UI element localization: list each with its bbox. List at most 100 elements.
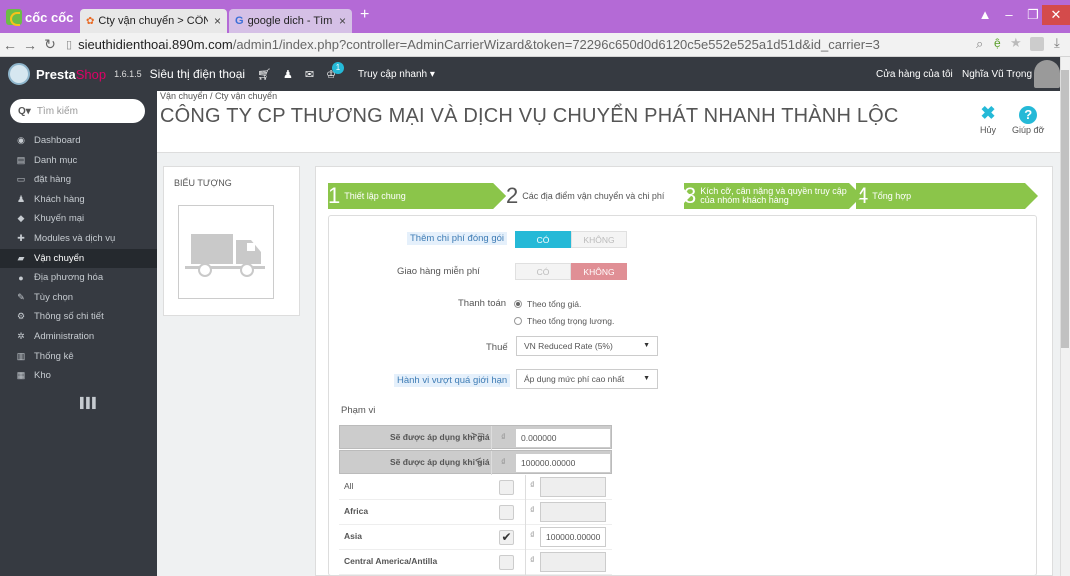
browser-tab-bar: cốc cốc ✿ Cty vận chuyển > CÔNG T × G go… xyxy=(0,0,1070,33)
shop-name-link[interactable]: Siêu thị điện thoại xyxy=(150,67,245,81)
zone-name: Central America/Antilla xyxy=(344,556,438,566)
sidebar-item-4[interactable]: ♟ Khách hàng xyxy=(0,190,157,209)
search-page-icon[interactable]: ⌕ xyxy=(976,36,983,52)
wizard-step-1[interactable]: 1 Thiết lập chung xyxy=(328,183,506,209)
truck-icon: ▰ xyxy=(17,252,25,263)
sidebar-item-9[interactable]: ✎ Tùy chọn xyxy=(0,288,157,307)
minimize-icon[interactable]: – xyxy=(996,5,1022,25)
messages-icon[interactable]: ✉ xyxy=(305,68,314,81)
quick-access-dropdown[interactable]: Truy cập nhanh ▾ xyxy=(358,69,435,80)
wizard-step-3[interactable]: 3 Kích cỡ, cân nặng và quyền truy cập củ… xyxy=(684,183,862,209)
customers-icon[interactable]: ♟ xyxy=(283,68,293,81)
zone-price-input[interactable] xyxy=(540,552,606,572)
zone-separator xyxy=(525,500,526,525)
sidebar-item-8[interactable]: ● Địa phương hóa xyxy=(0,268,157,287)
zone-checkbox[interactable] xyxy=(499,505,514,520)
avatar[interactable] xyxy=(1034,60,1060,88)
dropdown-caret-icon: ▼ xyxy=(643,342,650,349)
scrollbar-thumb[interactable] xyxy=(1061,70,1069,348)
search-input[interactable]: Q▾ Tìm kiếm xyxy=(10,99,145,123)
free-shipping-toggle[interactable]: CÓ KHÔNG xyxy=(515,263,627,280)
range-separator xyxy=(491,451,492,475)
radio-checked-icon xyxy=(514,300,522,308)
free-shipping-yes-option[interactable]: CÓ xyxy=(515,263,571,280)
sidebar-item-6[interactable]: ✚ Modules và dịch vụ xyxy=(0,229,157,248)
out-of-range-selected-value: Áp dụng mức phí cao nhất xyxy=(524,374,625,384)
trophy-icon[interactable]: ♔ 1 xyxy=(326,61,344,81)
zone-checkbox[interactable]: ✔ xyxy=(499,530,514,545)
browser-tab-active[interactable]: ✿ Cty vận chuyển > CÔNG T × xyxy=(80,9,227,33)
range-lower-input[interactable]: 0.000000 xyxy=(515,428,611,448)
wizard-step-2[interactable]: 2 Các địa điểm vận chuyển và chi phí xyxy=(506,183,691,209)
sidebar-item-3[interactable]: ▭ đặt hàng xyxy=(0,170,157,189)
profile-icon[interactable]: ▲ xyxy=(972,5,998,25)
bookmark-star-icon[interactable]: ★ xyxy=(1010,35,1022,51)
sidebar-item-label: Thông số chi tiết xyxy=(34,311,104,323)
sidebar-item-5[interactable]: ◆ Khuyến mại xyxy=(0,209,157,228)
browser-tab-inactive[interactable]: G google dich - Tìm với Goo × xyxy=(229,9,352,33)
step-label: Kích cỡ, cân nặng và quyền truy cập của … xyxy=(700,186,847,205)
range-upper-input[interactable]: 100000.00000 xyxy=(515,453,611,473)
cancel-button[interactable]: ✖ Hủy xyxy=(980,103,996,135)
browser-brand: cốc cốc xyxy=(25,9,74,25)
handling-toggle[interactable]: CÓ KHÔNG xyxy=(515,231,627,248)
url-field[interactable]: sieuthidienthoai.890m.com/admin1/index.p… xyxy=(78,37,880,52)
download-icon[interactable]: ⤓ xyxy=(1054,35,1060,51)
sidebar-item-10[interactable]: ⚙ Thông số chi tiết xyxy=(0,307,157,326)
search-icon[interactable]: Q▾ xyxy=(18,106,31,117)
cogs-icon: ⚙ xyxy=(16,311,26,322)
translate-icon[interactable]: ệ xyxy=(994,36,1001,50)
zone-checkbox[interactable] xyxy=(499,555,514,570)
zone-price-input[interactable] xyxy=(540,477,606,497)
sidebar-item-13[interactable]: ▦ Kho xyxy=(0,366,157,385)
currency-symbol: ₫ xyxy=(501,432,506,442)
sidebar-item-11[interactable]: ✲ Administration xyxy=(0,327,157,346)
sidebar-item-7[interactable]: ▰ Vận chuyển xyxy=(0,248,157,268)
zone-price-input[interactable] xyxy=(540,502,606,522)
my-shop-link[interactable]: Cửa hàng của tôi xyxy=(876,69,953,80)
close-window-icon[interactable]: ✕ xyxy=(1042,5,1070,25)
handling-label: Thêm chi phí đóng gói xyxy=(407,232,508,245)
billing-radio-weight[interactable]: Theo tổng trọng lương. xyxy=(514,316,614,326)
free-shipping-label: Giao hàng miễn phí xyxy=(397,266,480,277)
sidebar-item-12[interactable]: ▥ Thống kê xyxy=(0,347,157,366)
tab-close-icon[interactable]: × xyxy=(339,14,346,28)
back-icon[interactable]: ← xyxy=(0,37,20,53)
sidebar-item-label: Danh mục xyxy=(34,154,78,166)
forward-icon[interactable]: → xyxy=(20,37,40,53)
dashboard-icon: ◉ xyxy=(17,135,25,145)
reload-icon[interactable]: ↻ xyxy=(40,36,60,53)
ranges-heading: Phạm vi xyxy=(341,405,376,416)
logo-panel: BIỂU TƯỢNG xyxy=(163,166,300,316)
currency-symbol: ₫ xyxy=(530,530,535,540)
sidebar-collapse-icon[interactable]: ▌▌▌ xyxy=(80,398,99,409)
employee-dropdown[interactable]: Nghĩa Vũ Trọng ▾ xyxy=(962,69,1040,80)
handling-no-option[interactable]: KHÔNG xyxy=(571,231,627,248)
breadcrumb[interactable]: Vận chuyển / Cty vận chuyển xyxy=(160,91,277,101)
out-of-range-select[interactable]: Áp dụng mức phí cao nhất ▼ xyxy=(516,369,658,389)
free-shipping-no-option[interactable]: KHÔNG xyxy=(571,263,627,280)
carrier-logo-image[interactable] xyxy=(178,205,274,299)
sidebar-item-2[interactable]: ▤ Danh mục xyxy=(0,151,157,170)
new-tab-button[interactable]: + xyxy=(360,6,369,24)
orders-cart-icon[interactable]: 🛒︎ xyxy=(257,68,271,81)
step-arrow xyxy=(849,183,862,209)
version-label: 1.6.1.5 xyxy=(114,69,142,79)
coccoc-logo[interactable]: cốc cốc xyxy=(6,6,73,28)
zone-checkbox[interactable] xyxy=(499,480,514,495)
tax-select[interactable]: VN Reduced Rate (5%) ▼ xyxy=(516,336,658,356)
handling-yes-option[interactable]: CÓ xyxy=(515,231,571,248)
tab-close-icon[interactable]: × xyxy=(214,14,221,28)
close-icon: ✖ xyxy=(980,103,996,123)
billing-radio-price[interactable]: Theo tổng giá. xyxy=(514,299,581,309)
billing-option-price-label: Theo tổng giá. xyxy=(527,299,582,309)
sidebar-item-1[interactable]: ◉ Dashboard xyxy=(0,131,157,150)
puzzle-icon: ✚ xyxy=(17,233,25,243)
wizard-step-4[interactable]: 4 Tổng hợp xyxy=(856,183,1038,209)
extension-icon[interactable] xyxy=(1030,37,1044,51)
prestashop-logo[interactable]: PrestaShop 1.6.1.5 xyxy=(8,63,142,85)
tab-favicon-icon: ✿ xyxy=(86,15,95,27)
zone-price-input[interactable]: 100000.00000 xyxy=(540,527,606,547)
help-button[interactable]: ? Giúp đỡ xyxy=(1012,103,1044,135)
wrench-icon: ✎ xyxy=(17,291,25,302)
